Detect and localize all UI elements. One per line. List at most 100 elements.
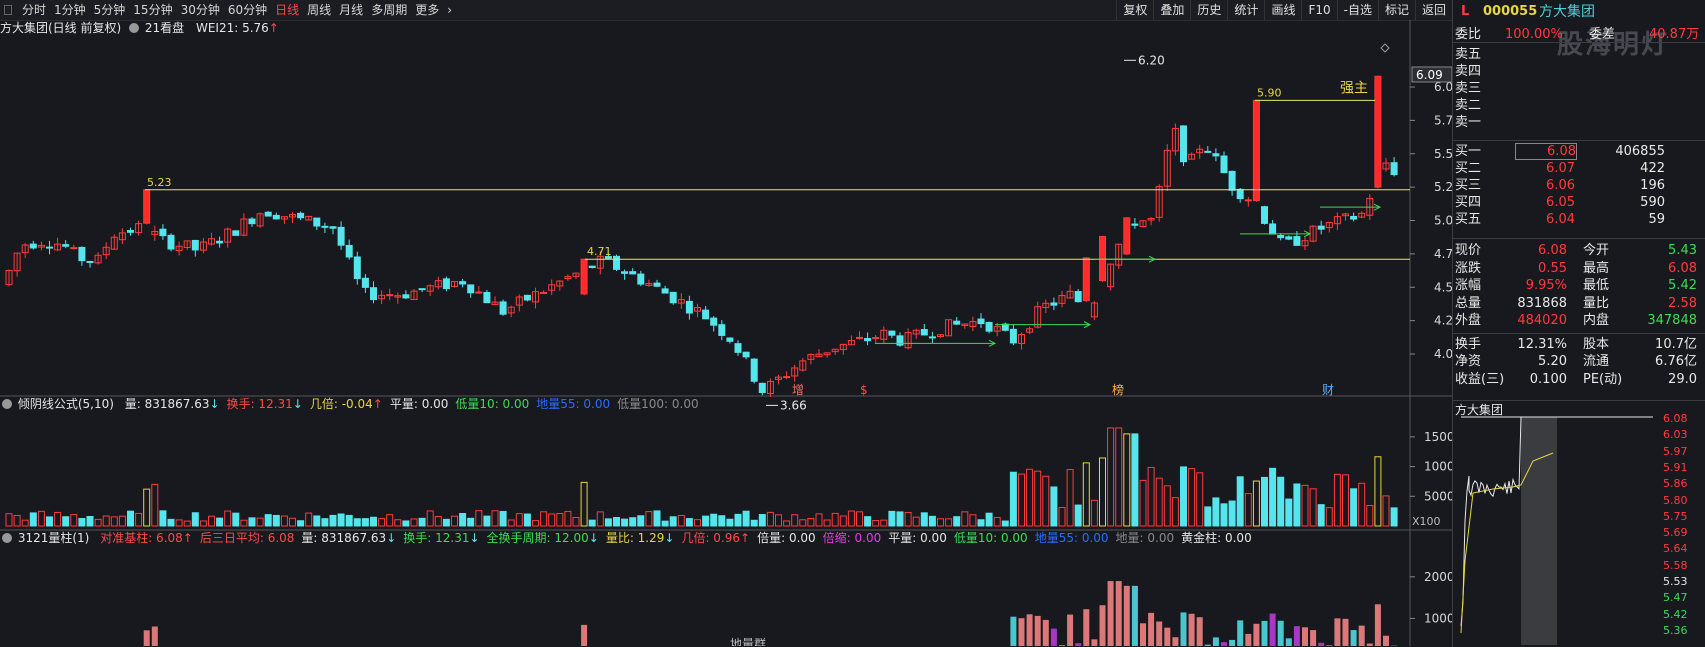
kline-chart[interactable]: 6.005.755.505.255.004.754.504.254.006.09… <box>0 20 1452 646</box>
price-tick-label: 5.75 <box>1434 113 1452 127</box>
toolbar-button-5[interactable]: F10 <box>1301 0 1336 20</box>
period-tab-8[interactable]: 月线 <box>335 0 367 20</box>
period-tab-9[interactable]: 多周期 <box>367 0 411 20</box>
sell-label: 卖一 <box>1455 115 1482 130</box>
toolbar-button-8[interactable]: 返回 <box>1414 0 1452 20</box>
candle-body <box>321 225 329 228</box>
volume-bar <box>394 519 402 527</box>
intraday-mini-chart[interactable]: 方大集团 6.08 6.03 5.97 5.91 5.86 5.80 5.75 5.69 5.6… <box>1452 400 1705 647</box>
indicator-toggle-icon[interactable] <box>129 23 140 33</box>
volume-bar-3121 <box>1172 637 1179 646</box>
event-marker[interactable]: 增 <box>792 383 804 397</box>
mini-price-tick: 5.58 <box>1663 558 1688 572</box>
volume-bar <box>167 518 175 527</box>
candle-body <box>702 309 710 320</box>
period-tab-6[interactable]: 日线 <box>271 0 303 20</box>
stat-label: 收益(三) <box>1455 371 1505 387</box>
indicator-name[interactable]: 21看盘 <box>145 21 184 35</box>
sub1-value-5: ↑ <box>372 397 383 411</box>
support-line-label: 5.90 <box>1257 86 1282 99</box>
volume-bar <box>734 513 742 527</box>
vol-tick-label: 20000 <box>1424 570 1452 584</box>
stat-value: 10.7亿 <box>1655 336 1697 352</box>
buy-row[interactable]: 买五 6.04 59 <box>1453 211 1705 228</box>
toolbar-button-0[interactable]: 复权 <box>1116 0 1153 20</box>
volume-bar <box>604 518 612 527</box>
candle-body <box>1317 225 1325 230</box>
period-tab-3[interactable]: 15分钟 <box>129 0 176 20</box>
sell-row[interactable]: 卖五 <box>1453 46 1705 63</box>
candle-body <box>191 239 199 251</box>
toolbar-button-3[interactable]: 统计 <box>1227 0 1264 20</box>
toolbar-button-4[interactable]: 画线 <box>1264 0 1301 20</box>
weicha-label: 委差 <box>1589 27 1616 42</box>
period-tab-2[interactable]: 5分钟 <box>90 0 130 20</box>
volume-bar <box>402 520 410 527</box>
sell-row[interactable]: 卖三 <box>1453 80 1705 97</box>
buy-row[interactable]: 买一 6.08 406855 <box>1453 143 1705 160</box>
volume-bar <box>475 510 483 527</box>
toolbar-button-6[interactable]: -自选 <box>1336 0 1378 20</box>
volume-bar <box>815 513 823 527</box>
volume-bar <box>426 510 434 527</box>
volume-bar <box>216 517 224 527</box>
volume-bar <box>305 512 313 527</box>
volume-bar <box>1342 474 1349 527</box>
current-price-label: 6.09 <box>1416 68 1443 82</box>
volume-bar <box>297 520 305 527</box>
volume-bar-3121 <box>1342 618 1349 646</box>
event-marker[interactable]: 财 <box>1322 383 1334 397</box>
period-tab-7[interactable]: 周线 <box>303 0 335 20</box>
vol-tick-label: 15000 <box>1424 430 1452 444</box>
volume-bar <box>1358 482 1366 527</box>
candle-body <box>1082 257 1090 302</box>
stat-value: 6.76亿 <box>1655 354 1697 369</box>
volume-bar <box>1026 468 1034 527</box>
volume-bar <box>507 519 515 527</box>
volume-bar <box>1366 505 1374 527</box>
volume-bar <box>766 511 774 527</box>
sell-row[interactable]: 卖四 <box>1453 63 1705 80</box>
more-chevron-icon[interactable]: › <box>443 0 456 20</box>
indicator-toggle-icon[interactable] <box>2 399 12 409</box>
toolbar-button-1[interactable]: 叠加 <box>1153 0 1190 20</box>
volume-bar <box>831 512 839 527</box>
event-marker[interactable]: $ <box>860 383 868 397</box>
buy-row[interactable]: 买四 6.05 590 <box>1453 194 1705 211</box>
candle-body <box>216 240 224 244</box>
volume-bar-3121 <box>1277 620 1284 646</box>
volume-bar-3121 <box>1302 627 1308 646</box>
volume-bar <box>1325 507 1333 527</box>
buy-row[interactable]: 买三 6.06 196 <box>1453 177 1705 194</box>
volume-bar-3121 <box>1083 609 1090 646</box>
volume-bar <box>21 519 29 527</box>
period-tab-4[interactable]: 30分钟 <box>177 0 224 20</box>
period-tab-10[interactable]: 更多 <box>411 0 443 20</box>
buy-row[interactable]: 买二 6.07 422 <box>1453 160 1705 177</box>
volume-bar <box>199 520 207 527</box>
volume-bar <box>694 519 701 527</box>
volume-bar <box>329 514 337 527</box>
volume-bar <box>135 512 143 527</box>
period-tab-0[interactable]: 分时 <box>18 0 50 20</box>
period-tab-1[interactable]: 1分钟 <box>50 0 90 20</box>
indicator-toggle-icon[interactable] <box>2 533 12 543</box>
sub2-value-2: 后三日平均: 6.08 <box>199 531 295 545</box>
sell-row[interactable]: 卖一 <box>1453 114 1705 131</box>
event-marker[interactable]: 榜 <box>1112 382 1124 397</box>
period-tab-5[interactable]: 60分钟 <box>224 0 271 20</box>
candle-body <box>499 301 507 315</box>
sub1-title: 倾阴线公式(5,10) 量: 831867.63↓ 换手: 12.31↓ 几倍: -… <box>0 396 699 412</box>
candle-body <box>1390 162 1398 176</box>
candle-body <box>1374 75 1382 188</box>
panel-grip-icon[interactable] <box>4 5 12 15</box>
toolbar-button-7[interactable]: 标记 <box>1377 0 1415 20</box>
volume-bar <box>86 515 94 527</box>
sell-row[interactable]: 卖二 <box>1453 97 1705 114</box>
toolbar-button-2[interactable]: 历史 <box>1190 0 1227 20</box>
sub1-indicator-name[interactable]: 倾阴线公式(5,10) <box>18 397 114 411</box>
volume-bar <box>1317 504 1325 527</box>
volume-bar <box>499 510 507 527</box>
volume-bar-3121 <box>1148 612 1155 646</box>
sub2-indicator-name[interactable]: 3121量柱(1) <box>18 531 90 545</box>
